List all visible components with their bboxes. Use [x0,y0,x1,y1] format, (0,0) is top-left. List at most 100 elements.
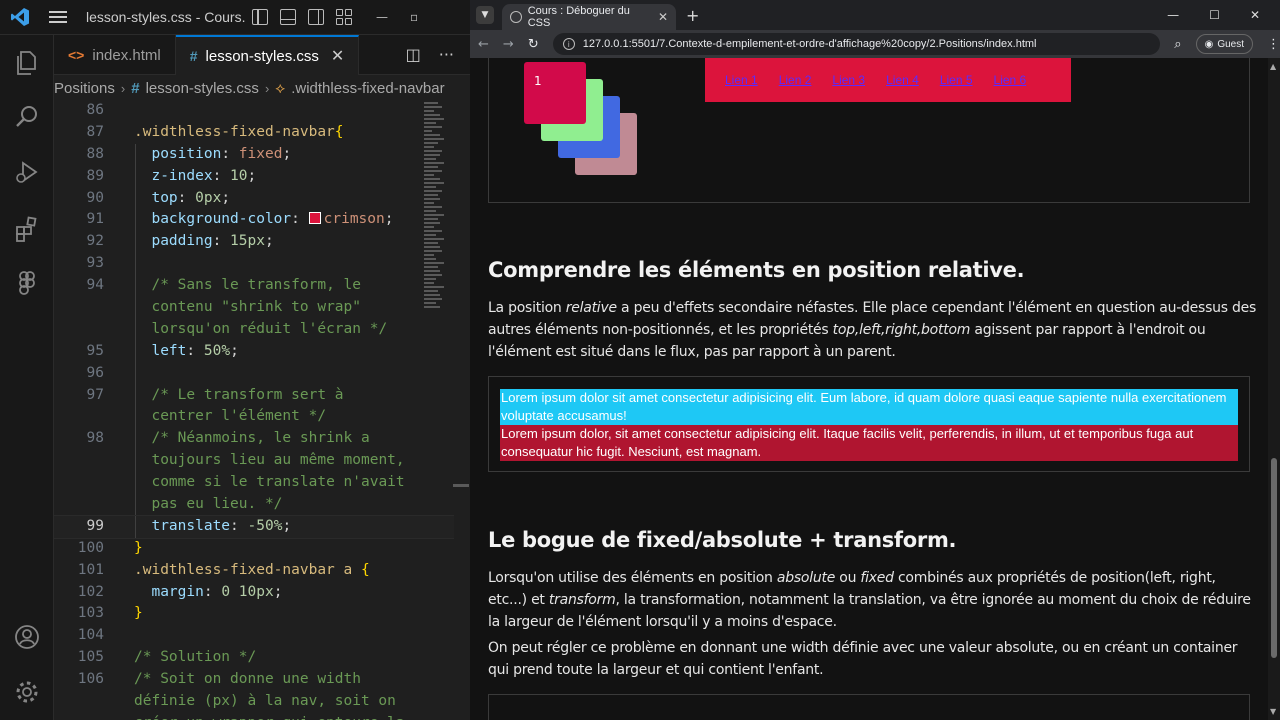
zoom-magnifier-icon[interactable]: ⌕ [1174,37,1181,52]
split-editor-icon[interactable]: ◫ [406,45,421,64]
code-line[interactable]: 92 padding: 15px; [54,231,454,254]
code-line[interactable]: 95 left: 50%; [54,340,454,363]
profile-button[interactable]: ◉ Guest [1195,34,1253,54]
breadcrumb-selector[interactable]: .widthless-fixed-navbar [291,80,444,97]
vscode-titlebar: lesson-styles.css - Cours... — ▫ [0,0,470,35]
editor-scrollbar[interactable] [453,484,469,487]
line-number: 89 [86,167,104,184]
indent-guide [135,209,136,232]
nav-link-6[interactable]: Lien 6 [994,73,1027,87]
close-tab-icon[interactable]: ✕ [658,10,668,24]
code-text: /* Soit on donne une width [134,671,361,688]
more-actions-icon[interactable]: ··· [439,45,454,64]
tab-index-html[interactable]: <> index.html [54,35,176,75]
indent-guide [135,472,136,495]
line-number: 91 [86,211,104,228]
reload-icon[interactable]: ↻ [528,37,539,52]
nav-link-5[interactable]: Lien 5 [940,73,973,87]
code-line[interactable]: 93 [54,253,454,276]
maximize-icon[interactable]: ☐ [1209,8,1220,22]
scroll-up-icon[interactable]: ▲ [1270,62,1276,71]
scroll-down-icon[interactable]: ▼ [1270,707,1276,716]
code-line[interactable]: 90 top: 0px; [54,187,454,210]
code-line[interactable]: 94 /* Sans le transform, le [54,275,454,298]
minimize-icon[interactable]: — [376,10,388,24]
code-text: comme si le translate n'avait [151,474,405,491]
tab-lesson-styles-css[interactable]: # lesson-styles.css ✕ [175,35,360,75]
code-line[interactable]: 100} [54,538,454,560]
explorer-icon[interactable] [0,39,54,87]
indent-guide [135,275,136,298]
code-line[interactable]: 98 /* Néanmoins, le shrink a [54,428,454,451]
back-arrow-icon[interactable]: ← [478,37,489,52]
code-line[interactable]: 104 [54,625,454,647]
code-line[interactable]: contenu "shrink to wrap" [54,297,454,319]
code-line[interactable]: 91 background-color: crimson; [54,209,454,232]
browser-menu-icon[interactable]: ⋮ [1267,37,1280,52]
figma-extension-icon[interactable] [0,259,54,307]
code-line[interactable]: 96 [54,362,454,385]
code-line[interactable]: 102 margin: 0 10px; [54,582,454,604]
code-line[interactable]: centrer l'élément */ [54,406,454,429]
maximize-icon[interactable]: ▫ [410,10,418,24]
nav-link-1[interactable]: Lien 1 [725,73,758,87]
code-line[interactable]: définie (px) à la nav, soit on [54,691,454,713]
nav-link-4[interactable]: Lien 4 [886,73,919,87]
address-bar[interactable]: i 127.0.0.1:5501/7.Contexte-d-empilement… [552,33,1161,55]
scroll-thumb[interactable] [1271,458,1277,658]
line-number: 106 [77,671,104,688]
tab-search-chevron-icon[interactable]: ▼ [476,6,494,24]
code-line[interactable]: 97 /* Le transform sert à [54,384,454,407]
code-line[interactable]: 86 [54,100,454,122]
code-line[interactable]: 101 .widthless-fixed-navbar a { [54,560,454,582]
relative-demo-box: Lorem ipsum dolor sit amet consectetur a… [488,376,1250,472]
vscode-logo-icon [0,0,40,35]
breadcrumb-folder[interactable]: Positions [54,80,115,97]
code-line[interactable]: 89 z-index: 10; [54,165,454,188]
close-window-icon[interactable]: ✕ [1250,8,1260,22]
breadcrumb-file[interactable]: lesson-styles.css [146,80,259,97]
code-text: margin: 0 10px; [151,583,283,600]
code-text: translate: -50%; [151,517,292,534]
close-tab-icon[interactable]: ✕ [331,46,344,66]
toggle-primary-sidebar-icon[interactable] [252,9,268,25]
code-line[interactable]: 88 position: fixed; [54,143,454,166]
code-line[interactable]: toujours lieu au même moment, [54,450,454,473]
minimap[interactable] [424,100,446,310]
nav-link-2[interactable]: Lien 2 [779,73,812,87]
toggle-secondary-sidebar-icon[interactable] [308,9,324,25]
minimize-icon[interactable]: — [1167,8,1179,22]
code-line[interactable]: 99 translate: -50%; [54,514,454,539]
code-line[interactable]: comme si le translate n'avait [54,472,454,495]
code-editor[interactable]: 86 87 .widthless-fixed-navbar{88 position:… [54,100,454,720]
vscode-window: lesson-styles.css - Cours... — ▫ <> inde… [0,0,470,720]
extensions-icon[interactable] [0,205,54,253]
hamburger-menu-icon[interactable] [40,11,76,23]
site-info-icon[interactable]: i [562,38,575,50]
code-line[interactable]: 106 /* Soit on donne une width [54,669,454,691]
indent-guide [135,450,136,473]
toggle-panel-icon[interactable] [280,9,296,25]
indent-guide [135,318,136,341]
editor-tabs: <> index.html # lesson-styles.css ✕ ◫ ··… [54,35,470,75]
page-scrollbar[interactable]: ▲ ▼ [1268,58,1280,720]
settings-gear-icon[interactable] [0,668,54,716]
nav-link-3[interactable]: Lien 3 [832,73,865,87]
indent-guide [135,340,136,363]
account-icon[interactable] [0,613,54,661]
indent-guide [135,362,136,385]
code-line[interactable]: lorsqu'on réduit l'écran */ [54,318,454,341]
code-line[interactable]: 103} [54,603,454,625]
line-number: 87 [86,123,104,140]
run-debug-icon[interactable] [0,148,54,196]
new-tab-plus-icon[interactable]: + [686,6,699,25]
browser-tab[interactable]: Cours : Déboguer du CSS ✕ [502,4,676,30]
customize-layout-icon[interactable] [336,9,352,25]
code-line[interactable]: pas eu lieu. */ [54,494,454,516]
code-line[interactable]: 105 /* Solution */ [54,647,454,669]
search-icon[interactable] [0,93,54,141]
forward-arrow-icon[interactable]: → [503,37,514,52]
code-text: contenu "shrink to wrap" [151,299,361,316]
code-line[interactable]: créer un wrapper qui entoure la [54,713,454,720]
code-line[interactable]: 87 .widthless-fixed-navbar{ [54,122,454,144]
